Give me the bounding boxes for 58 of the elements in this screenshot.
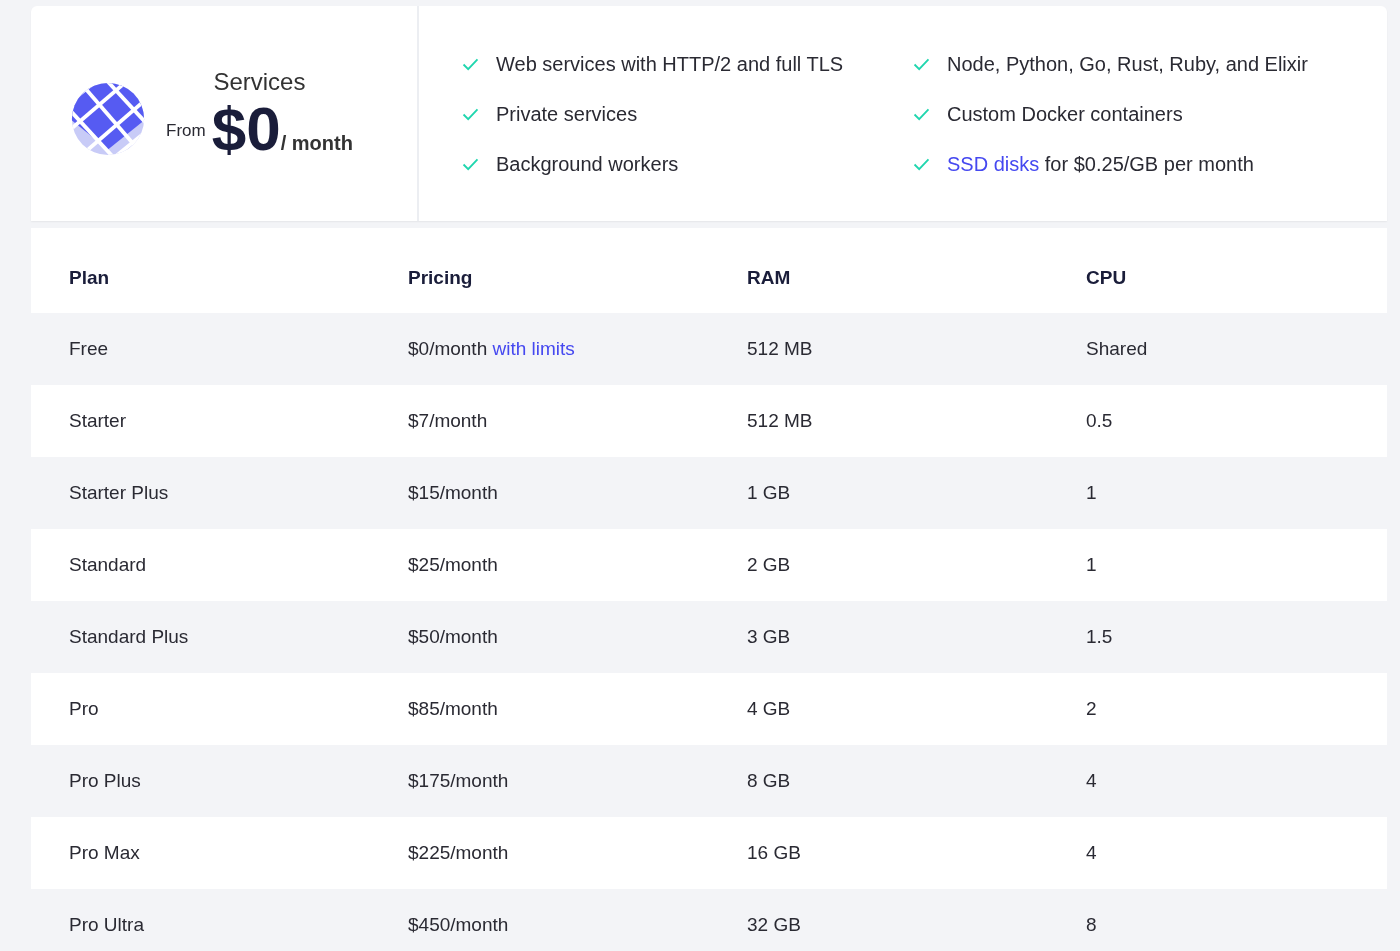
table-cell: Pro	[69, 698, 99, 720]
table-cell: 1.5	[1086, 626, 1113, 648]
table-cell: $0/month with limits	[408, 338, 575, 360]
column-header: Plan	[68, 266, 111, 290]
column-header: RAM	[746, 266, 792, 290]
column-header: CPU	[1085, 266, 1128, 290]
table-cell: Pro Plus	[69, 770, 141, 792]
table-cell: Free	[69, 338, 109, 360]
table-cell: $25/month	[408, 554, 498, 576]
feature-text: Web services with HTTP/2 and full TLS	[496, 52, 844, 76]
price-period: / month	[280, 131, 353, 154]
table-cell: 1	[1086, 554, 1097, 576]
text-link[interactable]: SSD disks	[947, 152, 1040, 175]
table-cell: 1 GB	[747, 482, 791, 504]
table-cell: 8 GB	[747, 770, 791, 792]
product-title: Services	[213, 67, 306, 96]
check-icon	[913, 157, 930, 171]
table-cell: 4	[1086, 842, 1097, 864]
feature-text: Private services	[496, 102, 638, 126]
table-cell: 3 GB	[747, 626, 791, 648]
table-cell: $450/month	[408, 914, 509, 936]
check-icon	[913, 57, 930, 71]
check-icon	[462, 107, 479, 121]
table-cell: 1	[1086, 482, 1097, 504]
feature-text: Custom Docker containers	[947, 102, 1183, 126]
table-cell: $225/month	[408, 842, 509, 864]
table-cell: $15/month	[408, 482, 498, 504]
table-cell: Starter Plus	[69, 482, 169, 504]
table-cell: Pro Ultra	[69, 914, 144, 936]
table-cell: 16 GB	[747, 842, 801, 864]
table-cell: 512 MB	[747, 410, 813, 432]
table-cell: Standard	[69, 554, 147, 576]
feature-text: Background workers	[496, 152, 679, 176]
table-cell: 32 GB	[747, 914, 801, 936]
table-cell: Standard Plus	[69, 626, 189, 648]
feature-text: Node, Python, Go, Rust, Ruby, and Elixir	[947, 52, 1308, 76]
table-cell: $50/month	[408, 626, 498, 648]
check-icon	[913, 107, 930, 121]
price-amount: $0	[211, 97, 281, 160]
table-cell: 2	[1086, 698, 1097, 720]
price-prefix: From	[166, 120, 206, 141]
table-cell: $7/month	[408, 410, 488, 432]
table-cell: Shared	[1086, 338, 1148, 360]
text-link[interactable]: with limits	[492, 338, 575, 359]
table-cell: 0.5	[1086, 410, 1113, 432]
check-icon	[462, 157, 479, 171]
table-cell: 4 GB	[747, 698, 791, 720]
table-cell: 8	[1086, 914, 1097, 936]
table-cell: 2 GB	[747, 554, 791, 576]
table-cell: $175/month	[408, 770, 509, 792]
table-cell: 512 MB	[747, 338, 813, 360]
table-cell: 4	[1086, 770, 1097, 792]
column-header: Pricing	[407, 266, 474, 290]
check-icon	[462, 57, 479, 71]
table-cell: $85/month	[408, 698, 498, 720]
table-cell: Starter	[69, 410, 127, 432]
feature-text: SSD disks for $0.25/GB per month	[947, 152, 1254, 176]
table-cell: Pro Max	[69, 842, 140, 864]
